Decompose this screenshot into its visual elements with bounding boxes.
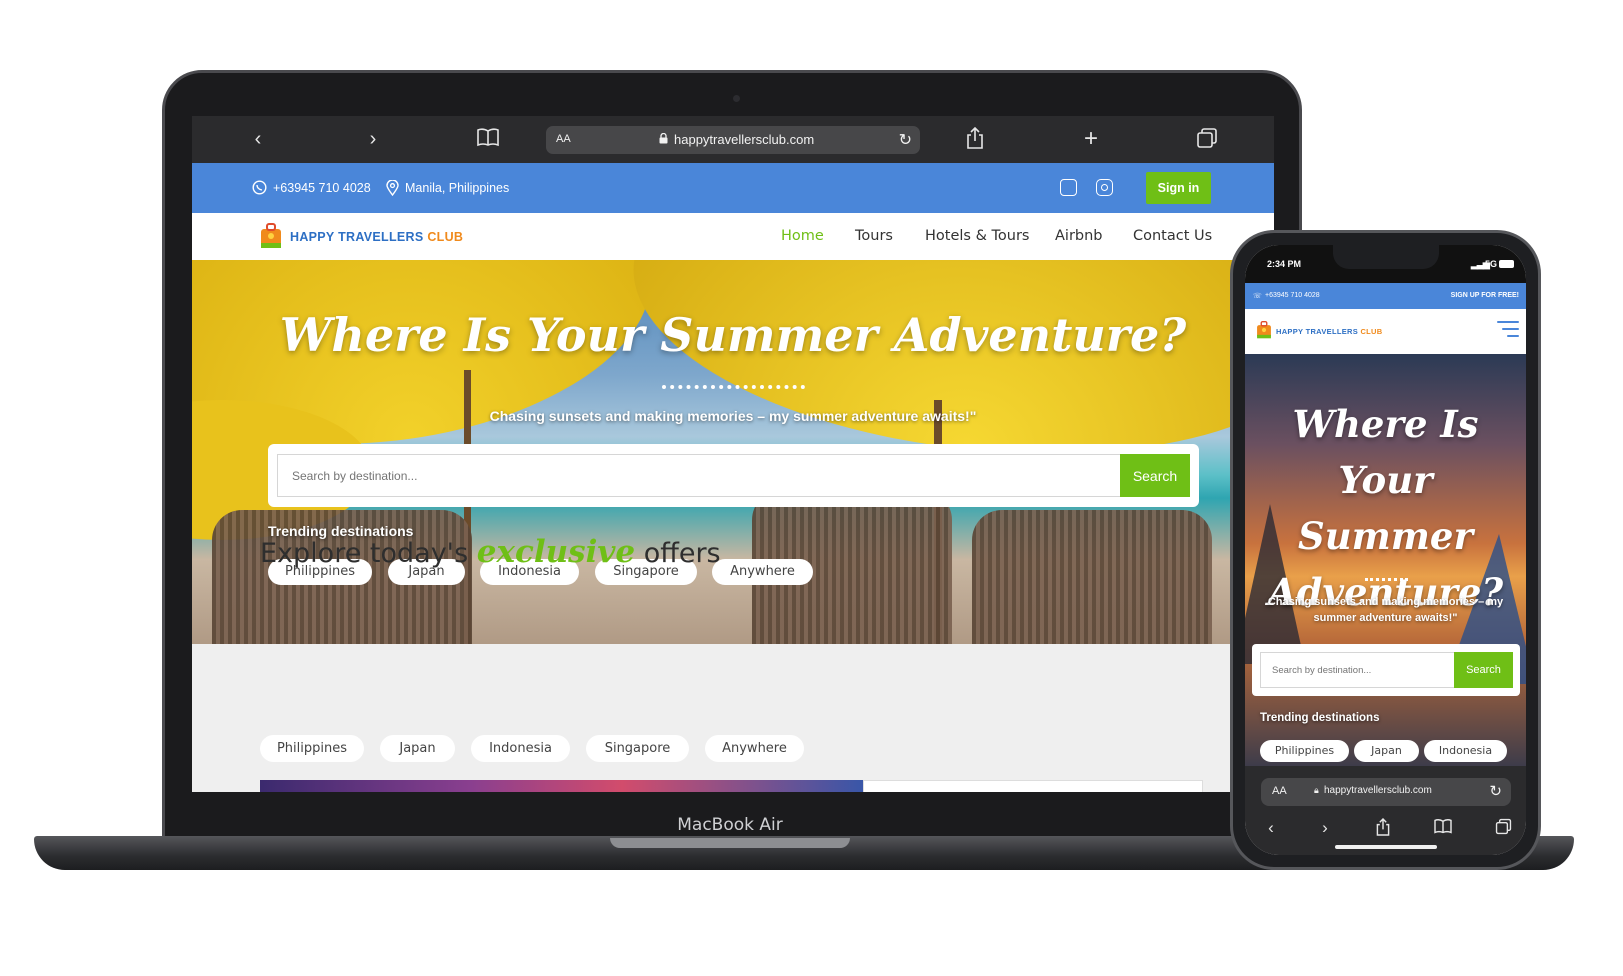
- reload-icon[interactable]: ↻: [899, 130, 912, 150]
- location-text: Manila, Philippines: [405, 181, 510, 195]
- nav-home[interactable]: Home: [781, 228, 824, 244]
- mobile-reload-icon[interactable]: ↻: [1489, 782, 1502, 800]
- facebook-icon[interactable]: [1060, 179, 1077, 196]
- mobile-browser-bar: AA 🔒︎ happytravellersclub.com ↻ ‹ ›: [1245, 766, 1526, 855]
- home-indicator: [1335, 845, 1437, 849]
- phone-number: +63945 710 4028: [273, 180, 371, 195]
- signup-link[interactable]: SIGN UP FOR FREE!: [1451, 292, 1519, 299]
- offer-tab-indonesia[interactable]: Indonesia: [471, 735, 570, 762]
- offer-tab-anywhere[interactable]: Anywhere: [705, 735, 804, 762]
- suitcase-logo-icon: [261, 223, 281, 248]
- camera-dot: [733, 95, 740, 102]
- map-pin-icon: [386, 180, 399, 196]
- main-navigation: HAPPY TRAVELLERS CLUB Home Tours Hotels …: [192, 213, 1274, 260]
- mobile-tabs-icon[interactable]: [1493, 818, 1513, 838]
- location-info: Manila, Philippines: [386, 180, 509, 196]
- share-icon[interactable]: [963, 126, 987, 151]
- mobile-phone-number[interactable]: +63945 710 4028: [1265, 292, 1320, 299]
- mobile-trending-label: Trending destinations: [1260, 712, 1380, 724]
- hero-subtitle: Chasing sunsets and making memories – my…: [489, 408, 977, 424]
- mobile-hero-subtitle: Chasing sunsets and making memories – my…: [1267, 596, 1504, 624]
- lock-icon: 🔒︎: [1314, 785, 1319, 795]
- search-button[interactable]: Search: [1120, 454, 1190, 497]
- mobile-hero-title: Where Is Your Summer Adventure?: [1267, 402, 1504, 614]
- explore-heading: Explore today's exclusive offers: [260, 534, 721, 570]
- whatsapp-icon: [252, 180, 267, 195]
- tabs-overview-icon[interactable]: [1195, 127, 1219, 151]
- network-type: 5G: [1485, 259, 1498, 269]
- offer-tab-singapore[interactable]: Singapore: [586, 735, 689, 762]
- url-text: happytravellersclub.com: [674, 132, 815, 147]
- forward-arrow-icon[interactable]: ›: [361, 127, 385, 151]
- instagram-icon[interactable]: [1096, 179, 1113, 196]
- offer-tab-japan[interactable]: Japan: [380, 735, 455, 762]
- mobile-url-text: happytravellersclub.com: [1324, 785, 1432, 796]
- battery-icon: [1499, 260, 1514, 268]
- mobile-site-logo[interactable]: HAPPY TRAVELLERS CLUB: [1276, 327, 1382, 336]
- whatsapp-icon: ☏: [1253, 293, 1262, 300]
- phone-frame: 2:34 PM ▂▃▅ 5G ☏ +63945 710 4028 SIGN UP…: [1230, 230, 1541, 870]
- hero-title: Where Is Your Summer Adventure?: [279, 308, 1187, 362]
- lock-icon: [659, 133, 668, 144]
- laptop-hinge: [610, 838, 850, 848]
- destination-search-input[interactable]: [277, 454, 1121, 497]
- nav-tours[interactable]: Tours: [855, 228, 893, 244]
- device-label: MacBook Air: [677, 815, 783, 835]
- phone-screen: 2:34 PM ▂▃▅ 5G ☏ +63945 710 4028 SIGN UP…: [1245, 245, 1526, 855]
- nav-hotels-tours[interactable]: Hotels & Tours: [925, 228, 1029, 244]
- title-divider: [662, 385, 805, 389]
- mobile-forward-arrow-icon[interactable]: ›: [1315, 818, 1335, 838]
- nav-airbnb[interactable]: Airbnb: [1055, 228, 1103, 244]
- mobile-share-icon[interactable]: [1373, 817, 1393, 838]
- laptop-screen: ‹ › AA happytravellersclub.com ↻ + +6394…: [192, 116, 1274, 792]
- search-box: Search: [268, 444, 1199, 507]
- back-arrow-icon[interactable]: ‹: [246, 127, 270, 151]
- mobile-trending-japan[interactable]: Japan: [1354, 740, 1419, 762]
- beach-chair-image: [972, 510, 1212, 644]
- top-info-bar: +63945 710 4028 Manila, Philippines Sign…: [192, 163, 1274, 213]
- hero-banner: Where Is Your Summer Adventure? Chasing …: [192, 260, 1274, 644]
- mobile-top-bar: ☏ +63945 710 4028 SIGN UP FOR FREE!: [1245, 283, 1526, 309]
- mobile-search-box: Search: [1252, 644, 1520, 696]
- mobile-reader-aa-button[interactable]: AA: [1272, 785, 1287, 797]
- bookmarks-icon[interactable]: [476, 127, 500, 151]
- browser-toolbar: ‹ › AA happytravellersclub.com ↻ +: [192, 116, 1274, 163]
- new-tab-plus-icon[interactable]: +: [1079, 127, 1103, 151]
- mobile-hero-banner: Where Is Your Summer Adventure? Chasing …: [1245, 354, 1526, 766]
- reader-aa-button[interactable]: AA: [556, 133, 571, 145]
- hamburger-menu-icon[interactable]: [1497, 321, 1519, 339]
- offer-card-image[interactable]: [260, 780, 863, 792]
- offer-card[interactable]: [863, 780, 1203, 792]
- offer-tab-philippines[interactable]: Philippines: [260, 735, 364, 762]
- mobile-back-arrow-icon[interactable]: ‹: [1261, 818, 1281, 838]
- title-divider: [1365, 578, 1408, 581]
- status-time: 2:34 PM: [1267, 259, 1302, 269]
- mobile-navigation: HAPPY TRAVELLERS CLUB: [1245, 309, 1526, 354]
- site-logo[interactable]: HAPPY TRAVELLERS CLUB: [290, 230, 463, 244]
- phone-contact[interactable]: +63945 710 4028: [252, 180, 371, 195]
- laptop-frame: ‹ › AA happytravellersclub.com ↻ + +6394…: [162, 70, 1302, 844]
- suitcase-logo-icon: [1257, 321, 1271, 339]
- mobile-address-bar[interactable]: AA 🔒︎ happytravellersclub.com ↻: [1261, 778, 1511, 806]
- mobile-bookmarks-icon[interactable]: [1433, 818, 1453, 838]
- address-bar[interactable]: AA happytravellersclub.com ↻: [546, 126, 920, 154]
- mobile-destination-search-input[interactable]: [1260, 652, 1456, 688]
- mobile-trending-indonesia[interactable]: Indonesia: [1424, 740, 1507, 762]
- phone-notch: [1333, 245, 1439, 269]
- trending-anywhere[interactable]: Anywhere: [712, 559, 813, 585]
- nav-contact-us[interactable]: Contact Us: [1133, 228, 1212, 244]
- sign-in-button[interactable]: Sign in: [1146, 172, 1211, 204]
- mobile-search-button[interactable]: Search: [1454, 652, 1513, 688]
- mobile-trending-philippines[interactable]: Philippines: [1260, 740, 1349, 762]
